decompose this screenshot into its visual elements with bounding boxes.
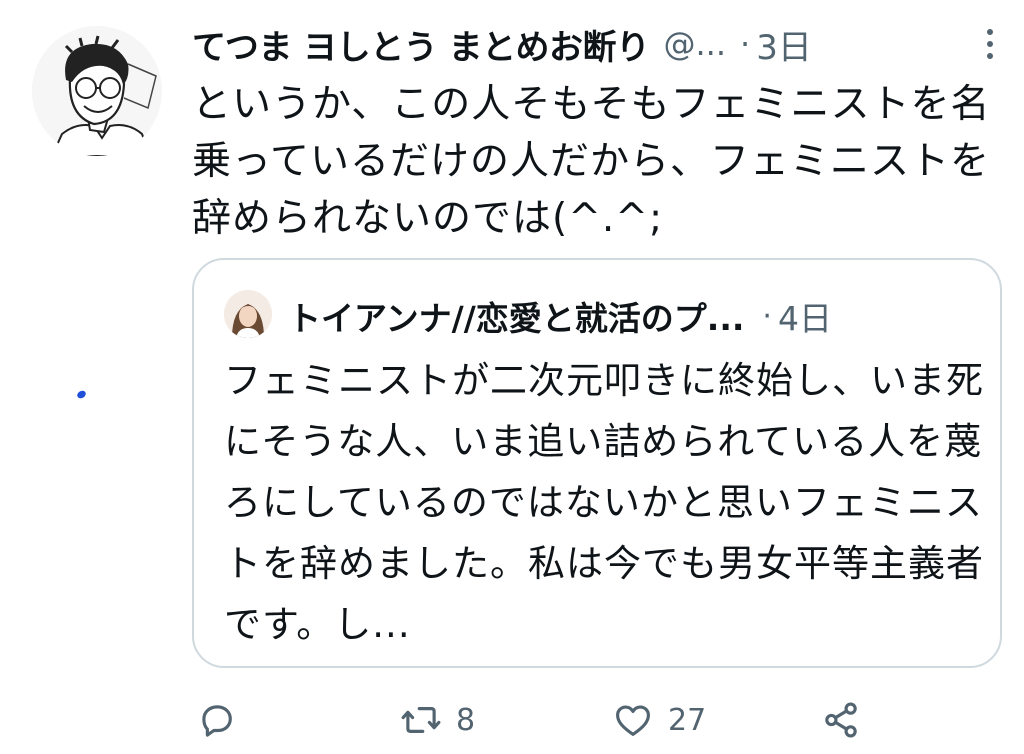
quoted-header-separator: · xyxy=(762,298,772,334)
author-avatar[interactable] xyxy=(32,26,162,156)
retweet-icon xyxy=(401,707,441,733)
quoted-avatar-photo xyxy=(224,290,272,338)
more-vertical-icon[interactable] xyxy=(970,24,1010,64)
header-separator: · xyxy=(740,25,751,63)
quoted-tweet-text: フェミニストが二次元叩きに終始し、いま死にそうな人、いま追い詰められている人を蔑… xyxy=(224,359,984,646)
author-handle[interactable]: @... xyxy=(664,25,727,63)
share-icon xyxy=(825,702,857,738)
tweet-text: というか、この人そもそもフェミニストを名乗っているだけの人だから、フェミニストを… xyxy=(192,82,991,241)
quoted-timestamp: 4日 xyxy=(777,299,832,338)
like-count: 27 xyxy=(668,702,707,738)
quoted-author-display-name: トイアンナ//恋愛と就活のプ... xyxy=(288,299,745,338)
tweet-timestamp[interactable]: 3日 xyxy=(756,20,812,69)
stray-mark xyxy=(75,389,88,400)
heart-icon xyxy=(616,705,650,736)
like-button[interactable]: 27 xyxy=(612,696,706,744)
quoted-tweet-header: トイアンナ//恋愛と就活のプ... · 4日 xyxy=(288,288,832,344)
author-display-name[interactable]: てつま ヨしとう まとめお断り xyxy=(192,20,650,69)
reply-icon xyxy=(202,705,232,737)
tweet-header: てつま ヨしとう まとめお断り @... · 3日 xyxy=(192,18,812,70)
quoted-author-avatar xyxy=(224,290,272,338)
retweet-count: 8 xyxy=(456,702,476,738)
tweet-actions: 8 27 xyxy=(192,696,872,744)
share-button[interactable] xyxy=(820,696,862,744)
reply-button[interactable] xyxy=(196,696,252,744)
author-avatar-illustration xyxy=(32,26,162,156)
quoted-tweet[interactable]: トイアンナ//恋愛と就活のプ... · 4日 フェミニストが二次元叩きに終始し、… xyxy=(192,258,1002,668)
retweet-button[interactable]: 8 xyxy=(400,696,475,744)
tweet[interactable]: てつま ヨしとう まとめお断り @... · 3日 というか、この人そもそもフェ… xyxy=(0,0,1024,754)
